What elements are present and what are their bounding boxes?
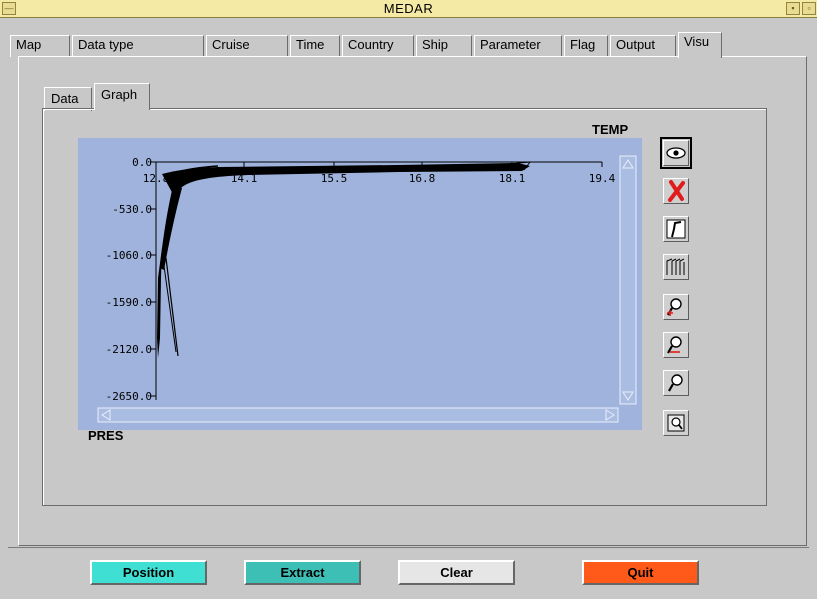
eye-icon xyxy=(666,147,686,159)
y-tick-label: -2120.0 xyxy=(106,343,152,356)
main-tab-bar: Map Data type Cruise Time Country Ship P… xyxy=(10,32,807,58)
zoom-icon xyxy=(668,374,683,392)
subtab-graph[interactable]: Graph xyxy=(94,83,150,110)
y-tick-label: 0.0 xyxy=(132,156,152,169)
y-axis-variable-label: PRES xyxy=(88,428,124,443)
y-tick-label: -1060.0 xyxy=(106,249,152,262)
profile-plot: 0.0 -530.0 -1060.0 -1590.0 -2120.0 -2650… xyxy=(97,155,637,423)
tab-parameter[interactable]: Parameter xyxy=(474,35,562,57)
x-tick-label: 18.1 xyxy=(499,172,526,185)
zoom-out-icon xyxy=(667,336,682,354)
x-tick-label: 19.4 xyxy=(589,172,616,185)
separator xyxy=(8,547,809,548)
tab-visu[interactable]: Visu xyxy=(678,32,722,58)
zoom-out-button[interactable] xyxy=(663,332,689,358)
tab-cruise[interactable]: Cruise xyxy=(206,35,288,57)
zoom-in-icon xyxy=(667,298,682,316)
delete-x-icon xyxy=(668,180,685,202)
y-tick-label: -2650.0 xyxy=(106,390,152,403)
zoom-in-button[interactable] xyxy=(663,294,689,320)
multi-profile-icon xyxy=(666,258,685,275)
tab-output[interactable]: Output xyxy=(610,35,676,57)
y-tick-label: -1590.0 xyxy=(106,296,152,309)
extract-button[interactable]: Extract xyxy=(244,560,361,585)
tab-time[interactable]: Time xyxy=(290,35,340,57)
view-button[interactable] xyxy=(660,137,692,169)
tab-map[interactable]: Map xyxy=(10,35,70,57)
position-button[interactable]: Position xyxy=(90,560,207,585)
title-bar: — MEDAR ▪ ▫ xyxy=(0,0,817,18)
x-tick-label: 16.8 xyxy=(409,172,436,185)
single-profile-button[interactable] xyxy=(663,216,689,242)
clear-button[interactable]: Clear xyxy=(398,560,515,585)
quit-button[interactable]: Quit xyxy=(582,560,699,585)
tab-flag[interactable]: Flag xyxy=(564,35,608,57)
x-tick-label: 15.5 xyxy=(321,172,348,185)
x-axis-variable-label: TEMP xyxy=(592,122,629,137)
zoom-fit-icon xyxy=(667,414,685,432)
tab-data-type[interactable]: Data type xyxy=(72,35,204,57)
tab-ship[interactable]: Ship xyxy=(416,35,472,57)
single-profile-icon xyxy=(666,219,686,239)
vertical-scrollbar[interactable] xyxy=(619,155,637,405)
tab-country[interactable]: Country xyxy=(342,35,414,57)
maximize-button[interactable]: ▫ xyxy=(802,2,816,15)
zoom-button[interactable] xyxy=(663,370,689,396)
profile-curves xyxy=(157,161,532,358)
multi-profile-button[interactable] xyxy=(663,254,689,280)
minimize-button[interactable]: ▪ xyxy=(786,2,800,15)
zoom-fit-button[interactable] xyxy=(663,410,689,436)
horizontal-scrollbar[interactable] xyxy=(97,407,619,423)
delete-button[interactable] xyxy=(663,178,689,204)
window-title: MEDAR xyxy=(383,1,434,16)
y-tick-label: -530.0 xyxy=(112,203,152,216)
